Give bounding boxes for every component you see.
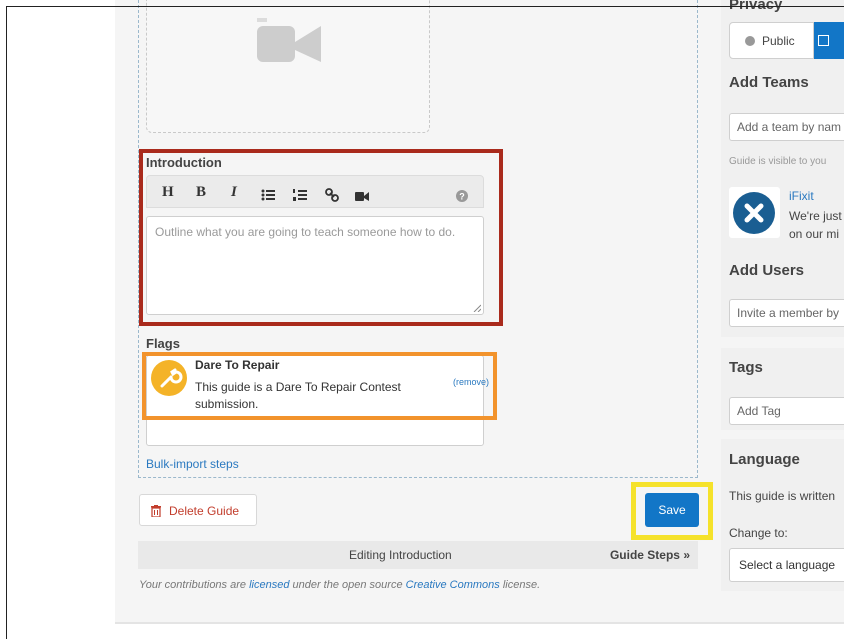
language-written-text: This guide is written (729, 489, 836, 503)
add-users-heading: Add Users (729, 262, 805, 279)
tags-heading: Tags (729, 359, 763, 376)
introduction-highlight (139, 149, 503, 326)
privacy-private-button[interactable] (814, 22, 844, 59)
team-name-link[interactable]: iFixit (789, 189, 814, 203)
guide-steps-link[interactable]: Guide Steps » (610, 548, 690, 562)
language-heading: Language (729, 451, 800, 468)
change-to-label: Change to: (729, 526, 788, 540)
flag-highlight (142, 352, 497, 420)
creative-commons-link[interactable]: Creative Commons (406, 579, 500, 591)
privacy-public-button[interactable]: Public (729, 22, 814, 59)
bulk-import-link[interactable]: Bulk-import steps (146, 457, 239, 471)
delete-guide-button[interactable]: Delete Guide (139, 494, 257, 526)
footer-text-middle: under the open source (289, 579, 406, 591)
screenshot-top-border (6, 6, 844, 7)
step-navigation-bar: Editing Introduction Guide Steps » (138, 541, 698, 569)
screenshot-left-border (6, 6, 7, 639)
globe-icon (745, 36, 755, 46)
current-step-label: Editing Introduction (349, 548, 452, 562)
save-highlight (631, 482, 713, 540)
video-camera-icon (257, 18, 321, 62)
invite-member-input[interactable]: Invite a member by (729, 299, 844, 327)
ifixit-x-icon (744, 203, 764, 223)
footer-text-suffix: license. (499, 579, 541, 591)
flags-label: Flags (146, 336, 180, 351)
page-shadow (115, 622, 844, 624)
trash-icon (151, 505, 161, 517)
add-tag-input[interactable]: Add Tag (729, 397, 844, 425)
add-team-input[interactable]: Add a team by nam (729, 113, 844, 141)
privacy-public-label: Public (762, 34, 795, 48)
edit-icon (818, 35, 829, 46)
licensed-link[interactable]: licensed (249, 579, 289, 591)
team-description-line-2: on our mi (789, 227, 840, 241)
guide-visible-text: Guide is visible to you (729, 156, 827, 167)
add-teams-heading: Add Teams (729, 74, 809, 91)
language-select[interactable]: Select a language (729, 548, 844, 582)
license-footer: Your contributions are licensed under th… (139, 579, 540, 591)
team-description-line-1: We're just (789, 209, 842, 223)
ifixit-logo-icon (733, 192, 775, 234)
footer-text-prefix: Your contributions are (139, 579, 250, 591)
delete-guide-label: Delete Guide (169, 504, 240, 518)
